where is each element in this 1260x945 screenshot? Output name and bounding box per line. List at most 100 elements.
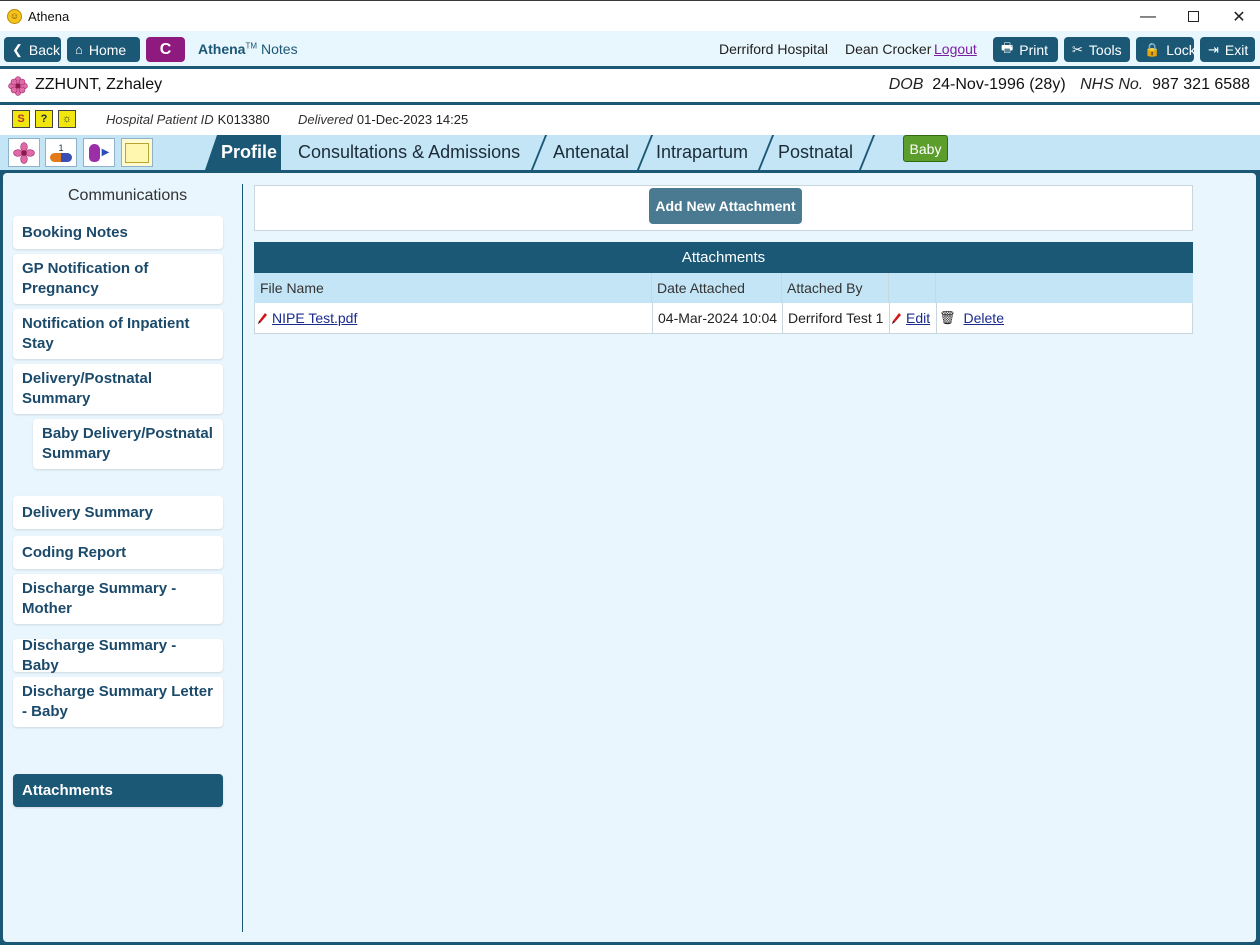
patient-name: ZZHUNT, Zzhaley bbox=[35, 76, 163, 93]
add-new-attachment-button[interactable]: Add New Attachment bbox=[649, 188, 802, 224]
pencil-icon bbox=[892, 312, 901, 324]
sidebar-heading: Communications bbox=[68, 187, 188, 204]
home-icon: ⌂ bbox=[75, 42, 83, 57]
chevron-left-icon: ❮ bbox=[12, 41, 23, 57]
delete-link[interactable]: Delete bbox=[964, 310, 1004, 326]
tab-postnatal[interactable]: Postnatal bbox=[778, 135, 853, 170]
column-file-name: File Name bbox=[260, 280, 324, 296]
edit-cell: Edit bbox=[889, 303, 936, 333]
column-attached-by: Attached By bbox=[787, 280, 863, 296]
tools-button[interactable]: ✂ Tools bbox=[1064, 37, 1130, 62]
edit-link[interactable]: Edit bbox=[906, 310, 930, 326]
maximize-icon bbox=[1187, 11, 1199, 22]
pencil-icon bbox=[258, 312, 267, 324]
dob-label: DOB bbox=[888, 76, 924, 93]
logout-link[interactable]: Logout bbox=[934, 41, 977, 57]
sidebar-item-discharge-mother[interactable]: Discharge Summary - Mother bbox=[13, 574, 223, 624]
window-title: Athena bbox=[28, 8, 70, 24]
back-label: Back bbox=[28, 41, 61, 58]
baby-arrow-icon[interactable]: ▶ bbox=[83, 138, 115, 167]
brand-name: Athena bbox=[198, 41, 246, 57]
hpid-value: K013380 bbox=[217, 112, 270, 127]
print-label: Print bbox=[1019, 41, 1049, 58]
medication-count: 1 bbox=[58, 142, 64, 153]
pill-icon bbox=[50, 152, 72, 162]
alert-sun-icon[interactable]: ☼ bbox=[58, 110, 76, 128]
tools-label: Tools bbox=[1088, 41, 1122, 58]
lock-button[interactable]: 🔒 Lock bbox=[1136, 37, 1196, 62]
hospital-name: Derriford Hospital bbox=[719, 41, 828, 57]
delivered-value: 01-Dec-2023 14:25 bbox=[356, 112, 469, 127]
athena-logo-icon: ☺ bbox=[7, 8, 22, 24]
tab-profile[interactable]: Profile bbox=[205, 135, 281, 170]
back-button[interactable]: ❮ Back bbox=[4, 37, 61, 62]
user-name: Dean Crocker bbox=[845, 41, 932, 57]
file-name-cell: NIPE Test.pdf bbox=[255, 303, 652, 333]
hospital-patient-id: Hospital Patient ID K013380 bbox=[106, 112, 270, 127]
brand-notes: Notes bbox=[261, 41, 298, 57]
dob-value: 24-Nov-1996 (28y) bbox=[932, 76, 1066, 93]
baby-button[interactable]: Baby bbox=[903, 135, 948, 162]
notes-icon[interactable] bbox=[121, 138, 153, 167]
lock-label: Lock bbox=[1166, 41, 1196, 58]
delivered-date: Delivered 01-Dec-2023 14:25 bbox=[298, 112, 468, 127]
home-label: Home bbox=[88, 41, 127, 58]
sidebar-divider bbox=[242, 184, 243, 932]
nhs-label: NHS No. bbox=[1080, 76, 1144, 93]
sidebar-item-attachments[interactable]: Attachments bbox=[13, 774, 223, 807]
attachments-table-title: Attachments bbox=[254, 242, 1193, 273]
attached-by-cell: Derriford Test 1 bbox=[788, 310, 884, 326]
main-toolbar: ❮ Back ⌂ Home C AthenaTM Notes Derriford Ho… bbox=[0, 31, 1260, 66]
exit-label: Exit bbox=[1224, 41, 1249, 58]
hpid-label: Hospital Patient ID bbox=[106, 112, 214, 127]
attachments-table-header: File Name Date Attached Attached By bbox=[254, 273, 1193, 303]
lock-icon: 🔒 bbox=[1144, 41, 1161, 57]
sidebar-item-baby-delivery-postnatal[interactable]: Baby Delivery/Postnatal Summary bbox=[33, 419, 223, 469]
file-link[interactable]: NIPE Test.pdf bbox=[272, 310, 357, 326]
exit-icon: ⇥ bbox=[1208, 41, 1219, 57]
tab-consultations-admissions[interactable]: Consultations & Admissions bbox=[298, 135, 520, 170]
nhs-value: 987 321 6588 bbox=[1152, 76, 1250, 93]
c-button[interactable]: C bbox=[146, 37, 185, 62]
tab-antenatal[interactable]: Antenatal bbox=[553, 135, 629, 170]
tab-divider bbox=[757, 135, 775, 170]
medication-icon[interactable]: 1 bbox=[45, 138, 77, 167]
sidebar-item-gp-notification[interactable]: GP Notification of Pregnancy bbox=[13, 254, 223, 304]
sidebar-item-coding-report[interactable]: Coding Report bbox=[13, 536, 223, 569]
tab-row: 1 ▶ Profile Consultations & Admissions A… bbox=[0, 135, 1260, 170]
delivered-label: Delivered bbox=[298, 112, 353, 127]
sidebar-item-discharge-baby[interactable]: Discharge Summary - Baby bbox=[13, 637, 223, 674]
flower-icon bbox=[8, 76, 28, 96]
table-row: NIPE Test.pdf 04-Mar-2024 10:04 Derrifor… bbox=[254, 303, 1193, 334]
patient-banner: ZZHUNT, Zzhaley DOB 24-Nov-1996 (28y) NH… bbox=[0, 69, 1260, 102]
sidebar-item-delivery-postnatal[interactable]: Delivery/Postnatal Summary bbox=[13, 364, 223, 414]
tab-divider bbox=[530, 135, 548, 170]
tab-intrapartum[interactable]: Intrapartum bbox=[656, 135, 748, 170]
question-icon[interactable]: ? bbox=[35, 110, 53, 128]
date-attached-cell: 04-Mar-2024 10:04 bbox=[658, 310, 778, 326]
sidebar-item-discharge-letter-baby[interactable]: Discharge Summary Letter - Baby bbox=[13, 677, 223, 727]
delete-cell: 🗑 Delete bbox=[936, 303, 1056, 333]
sidebar-item-booking-notes[interactable]: Booking Notes bbox=[13, 216, 223, 249]
column-date-attached: Date Attached bbox=[657, 280, 745, 296]
exit-button[interactable]: ⇥ Exit bbox=[1200, 37, 1255, 62]
print-button[interactable]: 🖶 Print bbox=[993, 37, 1058, 62]
printer-icon: 🖶 bbox=[1001, 39, 1014, 55]
close-window-button[interactable]: ✕ bbox=[1216, 1, 1260, 32]
tab-divider bbox=[636, 135, 654, 170]
tools-icon: ✂ bbox=[1072, 41, 1083, 57]
safeguarding-icon[interactable]: S bbox=[12, 110, 30, 128]
patient-info-row: S ? ☼ Hospital Patient ID K013380 Deliver… bbox=[0, 105, 1260, 135]
window-titlebar: ☺ Athena — ✕ bbox=[0, 0, 1260, 31]
maximize-button[interactable] bbox=[1170, 1, 1216, 32]
sidebar-item-delivery-summary[interactable]: Delivery Summary bbox=[13, 496, 223, 529]
sidebar-item-inpatient-stay[interactable]: Notification of Inpatient Stay bbox=[13, 309, 223, 359]
brand-tm: TM bbox=[245, 41, 258, 51]
app-brand: AthenaTM Notes bbox=[198, 41, 298, 57]
home-button[interactable]: ⌂ Home bbox=[67, 37, 140, 62]
trash-icon: 🗑 bbox=[939, 310, 956, 325]
minimize-button[interactable]: — bbox=[1125, 1, 1171, 32]
flower-tool-icon[interactable] bbox=[8, 138, 40, 167]
tab-divider bbox=[858, 135, 876, 170]
patient-dob-nhs: DOB 24-Nov-1996 (28y) NHS No. 987 321 65… bbox=[889, 76, 1250, 94]
